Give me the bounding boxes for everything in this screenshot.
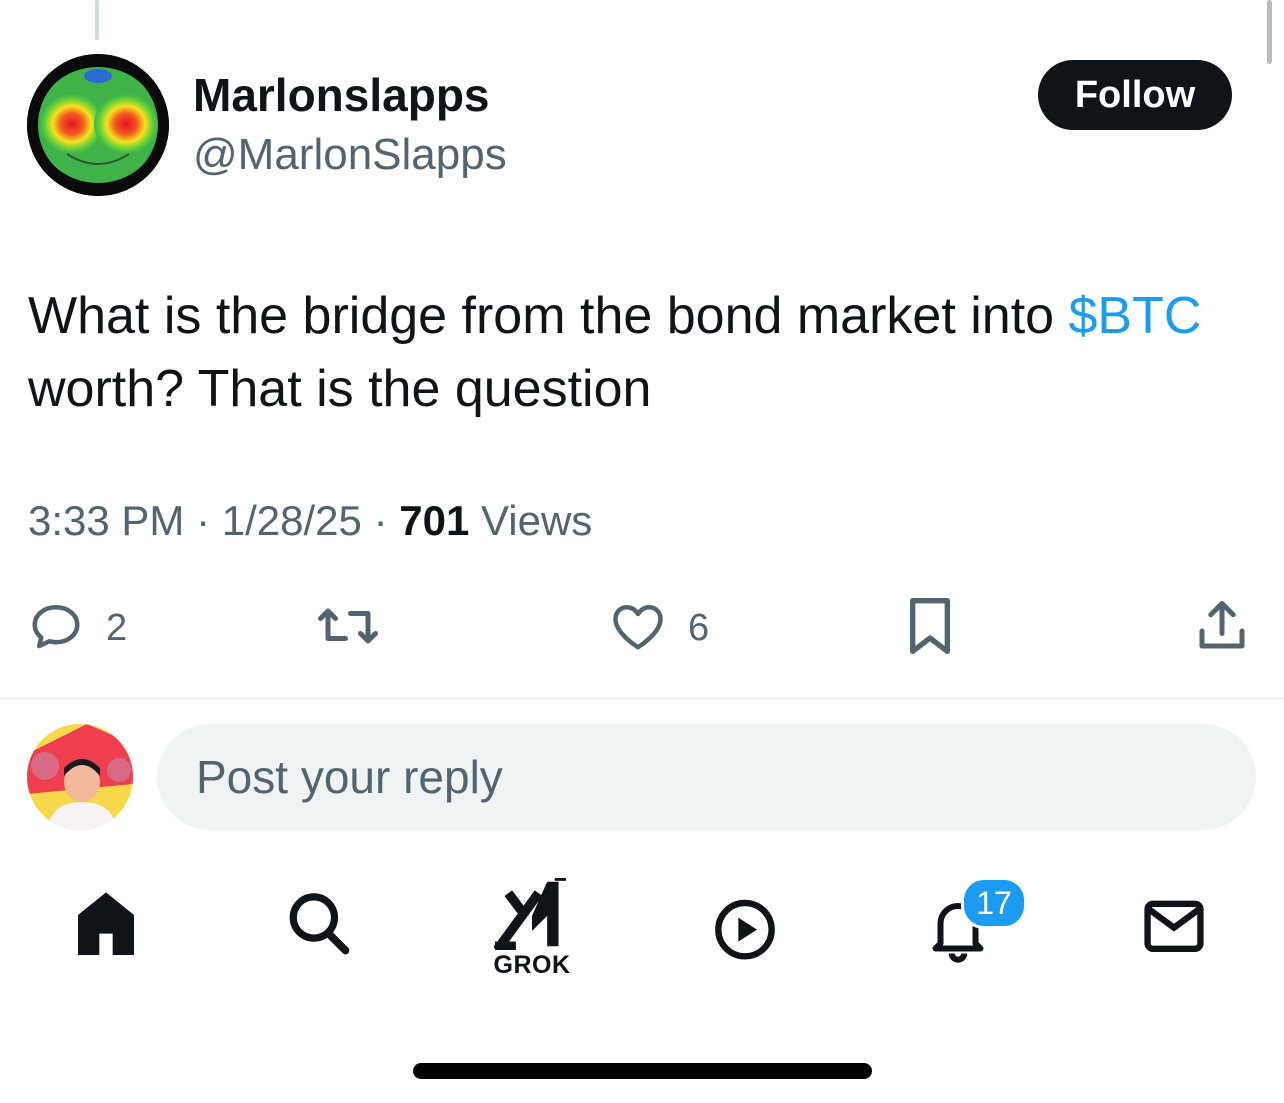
home-icon (74, 892, 138, 962)
retweet-button[interactable] (314, 596, 402, 660)
views-count: 701 (399, 497, 470, 544)
tweet-time[interactable]: 3:33 PM (28, 497, 184, 544)
search-icon (285, 893, 351, 962)
retweet-icon (314, 596, 382, 661)
share-icon (1192, 596, 1252, 661)
share-button[interactable] (1192, 596, 1252, 660)
thread-connector-line (95, 0, 99, 40)
like-count: 6 (688, 606, 710, 649)
author-avatar[interactable] (27, 54, 169, 196)
bookmark-button[interactable] (902, 596, 958, 660)
cashtag-link[interactable]: $BTC (1069, 287, 1202, 345)
reply-composer[interactable] (157, 724, 1256, 830)
mail-icon (1142, 900, 1206, 966)
bookmark-icon (902, 594, 958, 663)
scrollbar[interactable] (1267, 0, 1272, 64)
grok-label: GROK (493, 951, 571, 979)
meta-separator: · (373, 497, 388, 544)
bell-icon (928, 903, 988, 968)
reply-count: 2 (106, 606, 128, 649)
heart-icon (608, 596, 668, 661)
views-label: Views (481, 497, 593, 544)
meta-separator: · (196, 497, 211, 544)
nav-home[interactable] (74, 888, 138, 963)
tweet-text: What is the bridge from the bond market … (28, 280, 1268, 426)
author-name[interactable]: Marlonslapps (193, 68, 490, 122)
tweet-text-part: What is the bridge from the bond market … (28, 287, 1069, 345)
reply-input[interactable] (194, 749, 1098, 805)
nav-search[interactable] (285, 888, 351, 963)
tweet-text-part: worth? That is the question (28, 360, 652, 418)
notifications-badge: 17 (961, 877, 1027, 929)
video-play-icon (713, 899, 777, 970)
user-avatar[interactable] (27, 724, 133, 830)
like-button[interactable]: 6 (608, 596, 709, 660)
comment-icon (26, 596, 86, 661)
nav-grok[interactable]: GROK (492, 875, 572, 980)
author-handle[interactable]: @MarlonSlapps (193, 130, 507, 180)
tweet-meta: 3:33 PM · 1/28/25 · 701 Views (28, 497, 592, 545)
nav-messages[interactable] (1142, 888, 1206, 967)
home-indicator[interactable] (413, 1063, 872, 1079)
nav-video[interactable] (713, 888, 777, 971)
follow-button[interactable]: Follow (1038, 60, 1232, 130)
reply-button[interactable]: 2 (26, 596, 127, 660)
divider (0, 698, 1284, 699)
tweet-date[interactable]: 1/28/25 (222, 497, 362, 544)
